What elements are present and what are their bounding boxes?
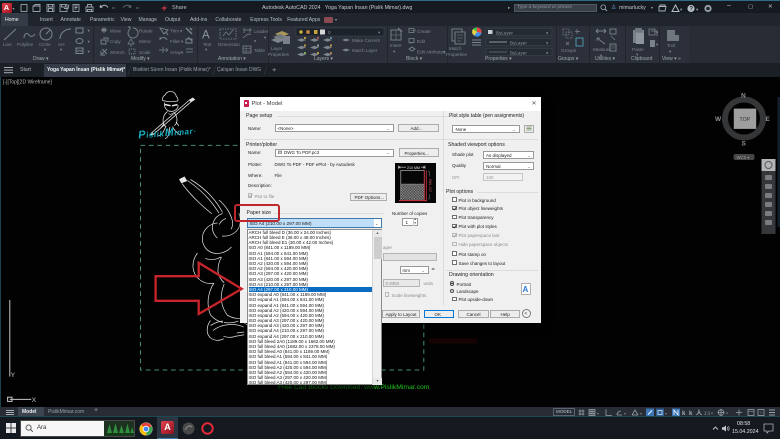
- svg-text:W: W: [715, 116, 722, 123]
- svg-text:Edit: Edit: [417, 39, 426, 44]
- svg-text:Make Current: Make Current: [352, 38, 381, 43]
- svg-text:Insert: Insert: [390, 43, 402, 48]
- svg-text:▾: ▾: [88, 49, 91, 54]
- svg-text:人: 人: [696, 409, 703, 417]
- svg-text:▾: ▾: [180, 29, 183, 34]
- svg-text:▾: ▾: [88, 39, 91, 44]
- svg-text:▾: ▾: [656, 42, 659, 47]
- svg-text:210 MM: 210 MM: [407, 165, 420, 169]
- svg-text:Polyline: Polyline: [17, 42, 34, 47]
- svg-text:Copy: Copy: [110, 39, 121, 44]
- svg-text:X: X: [32, 397, 37, 404]
- svg-text:Dimension: Dimension: [218, 42, 240, 47]
- svg-text:A: A: [202, 30, 210, 42]
- svg-text:Create: Create: [417, 29, 431, 34]
- svg-text:Layer: Layer: [271, 46, 283, 51]
- svg-text:Match Layer: Match Layer: [352, 48, 378, 53]
- svg-text:TOP: TOP: [740, 117, 751, 123]
- svg-text:▾: ▾: [393, 49, 396, 54]
- svg-text:Match: Match: [449, 46, 462, 51]
- svg-text:N: N: [741, 93, 746, 100]
- svg-text:▾: ▾: [680, 7, 683, 12]
- svg-text:Fillet: Fillet: [170, 39, 180, 44]
- svg-text:▾: ▾: [205, 47, 208, 52]
- svg-text:▾: ▾: [711, 410, 713, 415]
- svg-text:▾: ▾: [665, 411, 667, 416]
- svg-text:▾: ▾: [44, 47, 47, 52]
- svg-text:ByLayer: ByLayer: [510, 41, 527, 46]
- svg-text:Measure: Measure: [593, 47, 611, 52]
- svg-text:[-][Top][2D Wireframe]: [-][Top][2D Wireframe]: [3, 80, 53, 86]
- svg-text:E: E: [766, 116, 771, 123]
- svg-text:Mirror: Mirror: [139, 39, 151, 44]
- svg-text:▾: ▾: [264, 35, 267, 40]
- svg-text:▾: ▾: [181, 50, 184, 55]
- svg-text:▾: ▾: [656, 30, 659, 35]
- svg-text:▾: ▾: [597, 411, 599, 416]
- svg-text:ByLayer: ByLayer: [496, 31, 513, 36]
- svg-text:▾: ▾: [254, 39, 257, 44]
- svg-text:297 MM: 297 MM: [428, 179, 432, 192]
- svg-text:Line: Line: [3, 42, 12, 47]
- svg-text:Trim: Trim: [170, 29, 179, 34]
- svg-text:▾: ▾: [696, 7, 699, 12]
- svg-text:S: S: [742, 141, 747, 148]
- svg-text:Leader: Leader: [254, 29, 269, 34]
- svg-text:▾: ▾: [726, 410, 728, 415]
- svg-text:Y: Y: [11, 372, 16, 379]
- svg-text:0: 0: [328, 30, 331, 35]
- svg-text:Edit Attributes: Edit Attributes: [417, 50, 446, 55]
- svg-text:Tool: Tool: [667, 43, 675, 48]
- svg-text:▾: ▾: [60, 47, 63, 52]
- svg-text:Scale: Scale: [139, 50, 151, 55]
- svg-text:1:1: 1:1: [704, 410, 711, 415]
- svg-text:▾: ▾: [624, 411, 626, 416]
- svg-text:▾: ▾: [669, 49, 672, 54]
- svg-text:?: ?: [689, 6, 693, 12]
- svg-text:Move: Move: [110, 29, 122, 34]
- svg-text:Array: Array: [170, 50, 182, 55]
- svg-text:▾: ▾: [181, 39, 184, 44]
- svg-text:Rotate: Rotate: [139, 29, 153, 34]
- svg-text:Table: Table: [254, 48, 265, 53]
- svg-text:PislıkMımar˞: PislıkMımar˞: [138, 124, 197, 141]
- svg-text:Groups: Groups: [561, 48, 577, 53]
- svg-text:▾: ▾: [88, 28, 91, 33]
- svg-text:Stretch: Stretch: [110, 50, 125, 55]
- svg-text:WCS ▾: WCS ▾: [737, 155, 750, 160]
- svg-text:▾: ▾: [640, 411, 642, 416]
